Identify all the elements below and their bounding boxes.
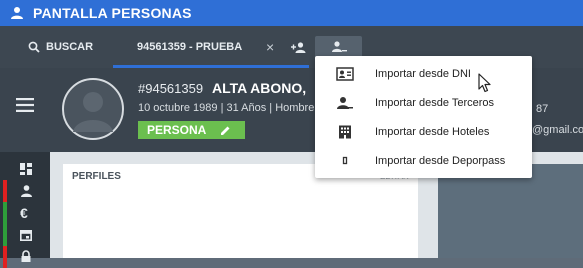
sidebar-item-payments[interactable]: €: [0, 202, 40, 224]
menu-item-import-deporpass[interactable]: Importar desde Deporpass: [315, 147, 532, 176]
left-sidebar: €: [0, 152, 50, 268]
badge-label: PERSONA: [147, 123, 207, 137]
menu-item-label: Importar desde Deporpass: [375, 155, 506, 167]
sidebar-status-mark: [3, 180, 7, 202]
right-panel: [438, 164, 583, 258]
sidebar-item-dashboard[interactable]: [0, 158, 40, 180]
id-card-icon: [336, 67, 354, 81]
tab-label: 94561359 - PRUEBA: [137, 41, 243, 53]
close-icon: ×: [266, 39, 275, 55]
sidebar-status-mark: [3, 246, 7, 268]
tab-label: BUSCAR: [46, 41, 94, 53]
dashboard-icon: [20, 163, 32, 175]
card-icon: [342, 156, 348, 165]
email-fragment: @gmail.com: [532, 124, 583, 136]
person-add-icon: [291, 41, 306, 53]
person-details: 10 octubre 1989 | 31 Años | Hombre: [138, 102, 314, 114]
import-dropdown-menu: Importar desde DNI Importar desde Tercer…: [315, 56, 532, 178]
tab-buscar[interactable]: BUSCAR: [28, 26, 93, 68]
menu-item-label: Importar desde Hoteles: [375, 126, 490, 138]
mouse-cursor-icon: [478, 73, 491, 93]
tab-close-button[interactable]: ×: [266, 26, 274, 68]
avatar-placeholder-icon: [73, 92, 113, 132]
person-icon: [11, 7, 23, 19]
person-id: #94561359: [138, 81, 204, 96]
menu-item-import-terceros[interactable]: Importar desde Terceros: [315, 89, 532, 118]
person-type-badge[interactable]: PERSONA: [138, 121, 245, 139]
window-title: PANTALLA PERSONAS: [33, 5, 192, 21]
tab-person[interactable]: 94561359 - PRUEBA: [137, 26, 242, 68]
edit-icon: [221, 126, 230, 135]
euro-icon: €: [20, 205, 28, 221]
calendar-icon: [20, 229, 32, 241]
add-person-button[interactable]: [291, 26, 306, 68]
menu-item-import-hoteles[interactable]: Importar desde Hoteles: [315, 118, 532, 147]
person-icon: [21, 185, 32, 197]
menu-icon[interactable]: [16, 98, 34, 112]
sidebar-item-lock[interactable]: [0, 246, 40, 268]
lock-icon: [21, 250, 31, 262]
phone-fragment: 87: [536, 103, 549, 115]
person-name: ALTA ABONO,: [212, 80, 307, 96]
import-menu-button[interactable]: [315, 36, 362, 58]
menu-item-import-dni[interactable]: Importar desde DNI: [315, 60, 532, 89]
panel-title: PERFILES: [72, 171, 121, 182]
menu-item-label: Importar desde DNI: [375, 68, 471, 80]
sidebar-status-mark: [3, 202, 7, 224]
search-icon: [28, 41, 40, 53]
avatar[interactable]: [62, 78, 124, 140]
person-import-icon: [332, 41, 347, 52]
building-icon: [339, 125, 351, 139]
window-titlebar: PANTALLA PERSONAS: [0, 0, 583, 26]
menu-item-label: Importar desde Terceros: [375, 97, 495, 109]
person-import-icon: [337, 97, 353, 109]
sidebar-status-mark: [3, 224, 7, 246]
sidebar-item-calendar[interactable]: [0, 224, 40, 246]
sidebar-item-person[interactable]: [0, 180, 40, 202]
